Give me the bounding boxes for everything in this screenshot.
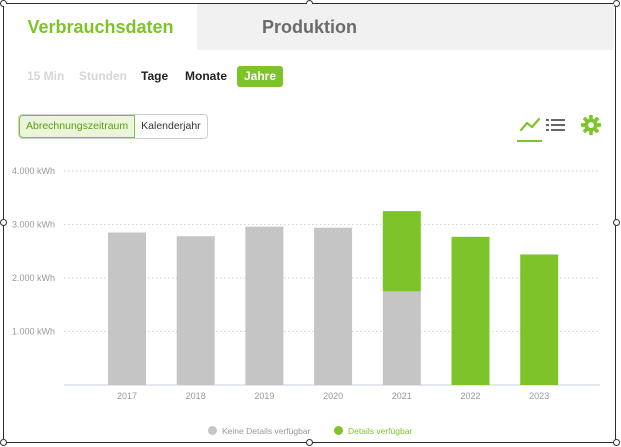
x-tick-label: 2017 [117, 391, 137, 401]
resize-handle-bottom-right[interactable] [613, 439, 620, 446]
y-tick-label: 1.000 kWh [12, 327, 55, 337]
bar-keine-details-2020 [314, 227, 353, 385]
line-chart-active-indicator [517, 140, 542, 142]
resize-handle-bottom-left[interactable] [0, 439, 7, 446]
resize-handle-bottom-center[interactable] [306, 439, 313, 446]
bar-details-2023 [520, 254, 559, 385]
y-tick-label: 4.000 kWh [12, 166, 55, 176]
consumption-bar-chart: 1.000 kWh 2.000 kWh 3.000 kWh 4.000 kWh 2017… [12, 166, 600, 401]
period-monate[interactable]: Monate [185, 66, 227, 87]
toggle-abrechnungszeitraum[interactable]: Abrechnungszeitraum [19, 115, 136, 138]
x-tick-label: 2018 [186, 391, 206, 401]
period-15min: 15 Min [27, 69, 65, 83]
period-tage[interactable]: Tage [141, 66, 168, 87]
legend-label: Details verfügbar [348, 426, 413, 436]
period-stunden: Stunden [79, 69, 127, 83]
x-tick-label: 2022 [460, 391, 480, 401]
x-tick-label: 2020 [323, 391, 343, 401]
legend-swatch-grey [208, 426, 217, 435]
bar-keine-details-2017 [108, 232, 146, 385]
x-tick-label: 2019 [254, 391, 274, 401]
legend-item-keine-details: Keine Details verfügbar [208, 426, 310, 436]
list-icon[interactable] [546, 118, 566, 132]
line-chart-icon[interactable] [519, 117, 541, 133]
gear-icon[interactable] [580, 114, 602, 136]
x-tick-label: 2023 [529, 391, 549, 401]
legend-label: Keine Details verfügbar [222, 426, 311, 436]
bar-keine-details-2021 [382, 291, 421, 385]
tab-bar: Verbrauchsdaten Produktion [4, 4, 614, 50]
tab-verbrauchsdaten[interactable]: Verbrauchsdaten [4, 4, 197, 50]
y-tick-label: 2.000 kWh [12, 273, 55, 283]
tab-produktion[interactable]: Produktion [197, 4, 422, 50]
bar-keine-details-2019 [245, 226, 284, 385]
bar-details-2021 [382, 211, 421, 292]
x-tick-label: 2021 [392, 391, 412, 401]
resize-handle-top-right[interactable] [613, 0, 620, 7]
toggle-kalenderjahr[interactable]: Kalenderjahr [135, 115, 207, 138]
legend-item-details: Details verfügbar [334, 426, 412, 436]
period-jahre[interactable]: Jahre [237, 66, 284, 87]
bar-keine-details-2018 [176, 236, 215, 385]
y-tick-label: 3.000 kWh [12, 220, 55, 230]
range-toggle: Abrechnungszeitraum Kalenderjahr [18, 114, 208, 139]
bar-details-2022 [451, 236, 490, 385]
legend-swatch-green [334, 426, 343, 435]
